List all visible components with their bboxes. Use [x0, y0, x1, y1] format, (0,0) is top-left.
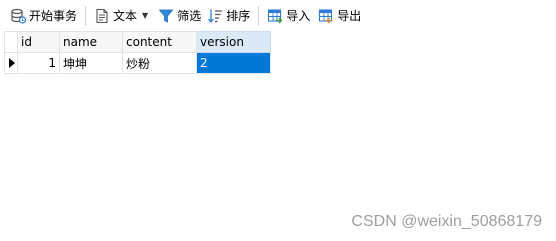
column-header-version[interactable]: version: [196, 31, 271, 53]
cell-id[interactable]: 1: [17, 52, 60, 74]
export-label: 导出: [337, 9, 362, 23]
toolbar-separator: [258, 5, 260, 26]
row-selector[interactable]: [4, 52, 18, 74]
filter-label: 筛选: [177, 9, 202, 23]
column-header-id[interactable]: id: [17, 31, 60, 53]
sort-icon: [208, 9, 223, 23]
table-row[interactable]: 1 坤坤 炒粉 2: [4, 52, 271, 74]
import-button[interactable]: 导入: [264, 5, 313, 27]
sort-button[interactable]: 排序: [204, 5, 253, 27]
begin-transaction-label: 开始事务: [29, 9, 78, 23]
toolbar: 开始事务 文本 ▼ 筛选 排序 导入 导出: [0, 0, 556, 31]
header-row: id name content version: [4, 31, 271, 53]
cell-version[interactable]: 2: [196, 52, 271, 74]
filter-button[interactable]: 筛选: [155, 5, 204, 27]
export-table-icon: [319, 8, 333, 23]
text-view-label: 文本: [113, 9, 138, 23]
chevron-down-icon[interactable]: ▼: [142, 11, 148, 20]
toolbar-separator: [85, 5, 87, 26]
import-label: 导入: [286, 9, 311, 23]
sort-label: 排序: [226, 9, 251, 23]
document-icon: [96, 8, 108, 23]
data-grid: id name content version 1 坤坤 炒粉 2: [4, 31, 271, 74]
funnel-icon: [158, 9, 174, 23]
cell-name[interactable]: 坤坤: [59, 52, 123, 74]
export-button[interactable]: 导出: [315, 5, 364, 27]
row-header-corner: [4, 31, 18, 53]
column-header-name[interactable]: name: [59, 31, 123, 53]
database-transaction-icon: [11, 8, 26, 24]
text-view-button[interactable]: 文本 ▼: [91, 5, 151, 27]
current-row-arrow-icon: [9, 58, 15, 68]
column-header-content[interactable]: content: [122, 31, 197, 53]
cell-content[interactable]: 炒粉: [122, 52, 197, 74]
import-table-icon: [268, 8, 283, 23]
watermark: CSDN @weixin_50868179: [351, 213, 542, 230]
begin-transaction-button[interactable]: 开始事务: [7, 5, 80, 27]
